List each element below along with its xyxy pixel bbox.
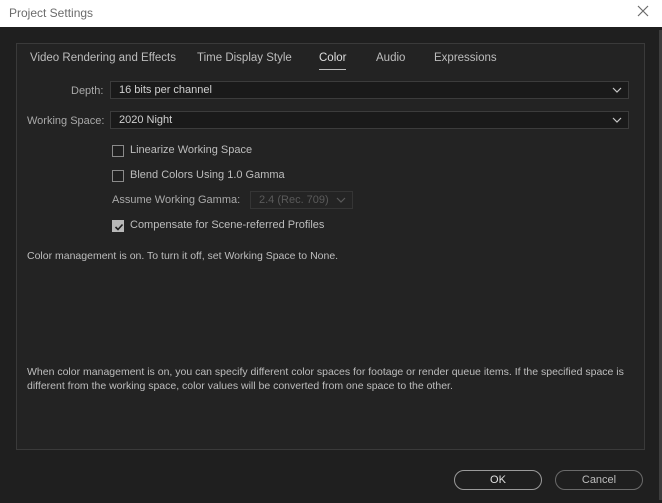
help-text: When color management is on, you can spe… (27, 365, 632, 393)
working-gamma-select: 2.4 (Rec. 709) (250, 191, 353, 209)
tab-video-rendering[interactable]: Video Rendering and Effects (30, 52, 176, 68)
checkbox-unchecked[interactable] (112, 170, 124, 182)
chevron-down-icon (336, 197, 346, 203)
checkmark-icon (114, 223, 124, 231)
tab-time-display-style[interactable]: Time Display Style (197, 52, 292, 68)
status-text: Color management is on. To turn it off, … (27, 250, 339, 262)
working-space-value: 2020 Night (119, 114, 173, 126)
chevron-down-icon (612, 117, 622, 123)
working-space-select[interactable]: 2020 Night (110, 111, 629, 129)
tab-color[interactable]: Color (319, 52, 347, 70)
dialog-body: Video Rendering and Effects Time Display… (0, 27, 662, 503)
compensate-label: Compensate for Scene-referred Profiles (130, 219, 325, 231)
cancel-button[interactable]: Cancel (555, 470, 643, 490)
working-space-label: Working Space: (27, 115, 105, 127)
tab-audio[interactable]: Audio (376, 52, 405, 68)
working-gamma-value: 2.4 (Rec. 709) (259, 194, 329, 206)
tab-expressions[interactable]: Expressions (434, 52, 497, 68)
window-title: Project Settings (9, 6, 94, 20)
depth-select[interactable]: 16 bits per channel (110, 81, 629, 99)
blend-colors-label: Blend Colors Using 1.0 Gamma (130, 169, 285, 181)
title-bar: Project Settings (0, 0, 662, 27)
checkbox-checked[interactable] (112, 220, 124, 232)
ok-button[interactable]: OK (454, 470, 542, 490)
working-gamma-label: Assume Working Gamma: (112, 194, 241, 206)
depth-value: 16 bits per channel (119, 84, 212, 96)
close-icon[interactable] (636, 4, 650, 18)
help-text-line-1: When color management is on, you can spe… (27, 366, 624, 378)
linearize-label: Linearize Working Space (130, 144, 253, 156)
depth-label: Depth: (71, 85, 104, 97)
tab-bar: Video Rendering and Effects Time Display… (17, 44, 644, 72)
settings-panel: Video Rendering and Effects Time Display… (16, 43, 645, 450)
checkbox-unchecked[interactable] (112, 145, 124, 157)
help-text-line-2: different from the working space, color … (27, 380, 453, 392)
chevron-down-icon (612, 87, 622, 93)
